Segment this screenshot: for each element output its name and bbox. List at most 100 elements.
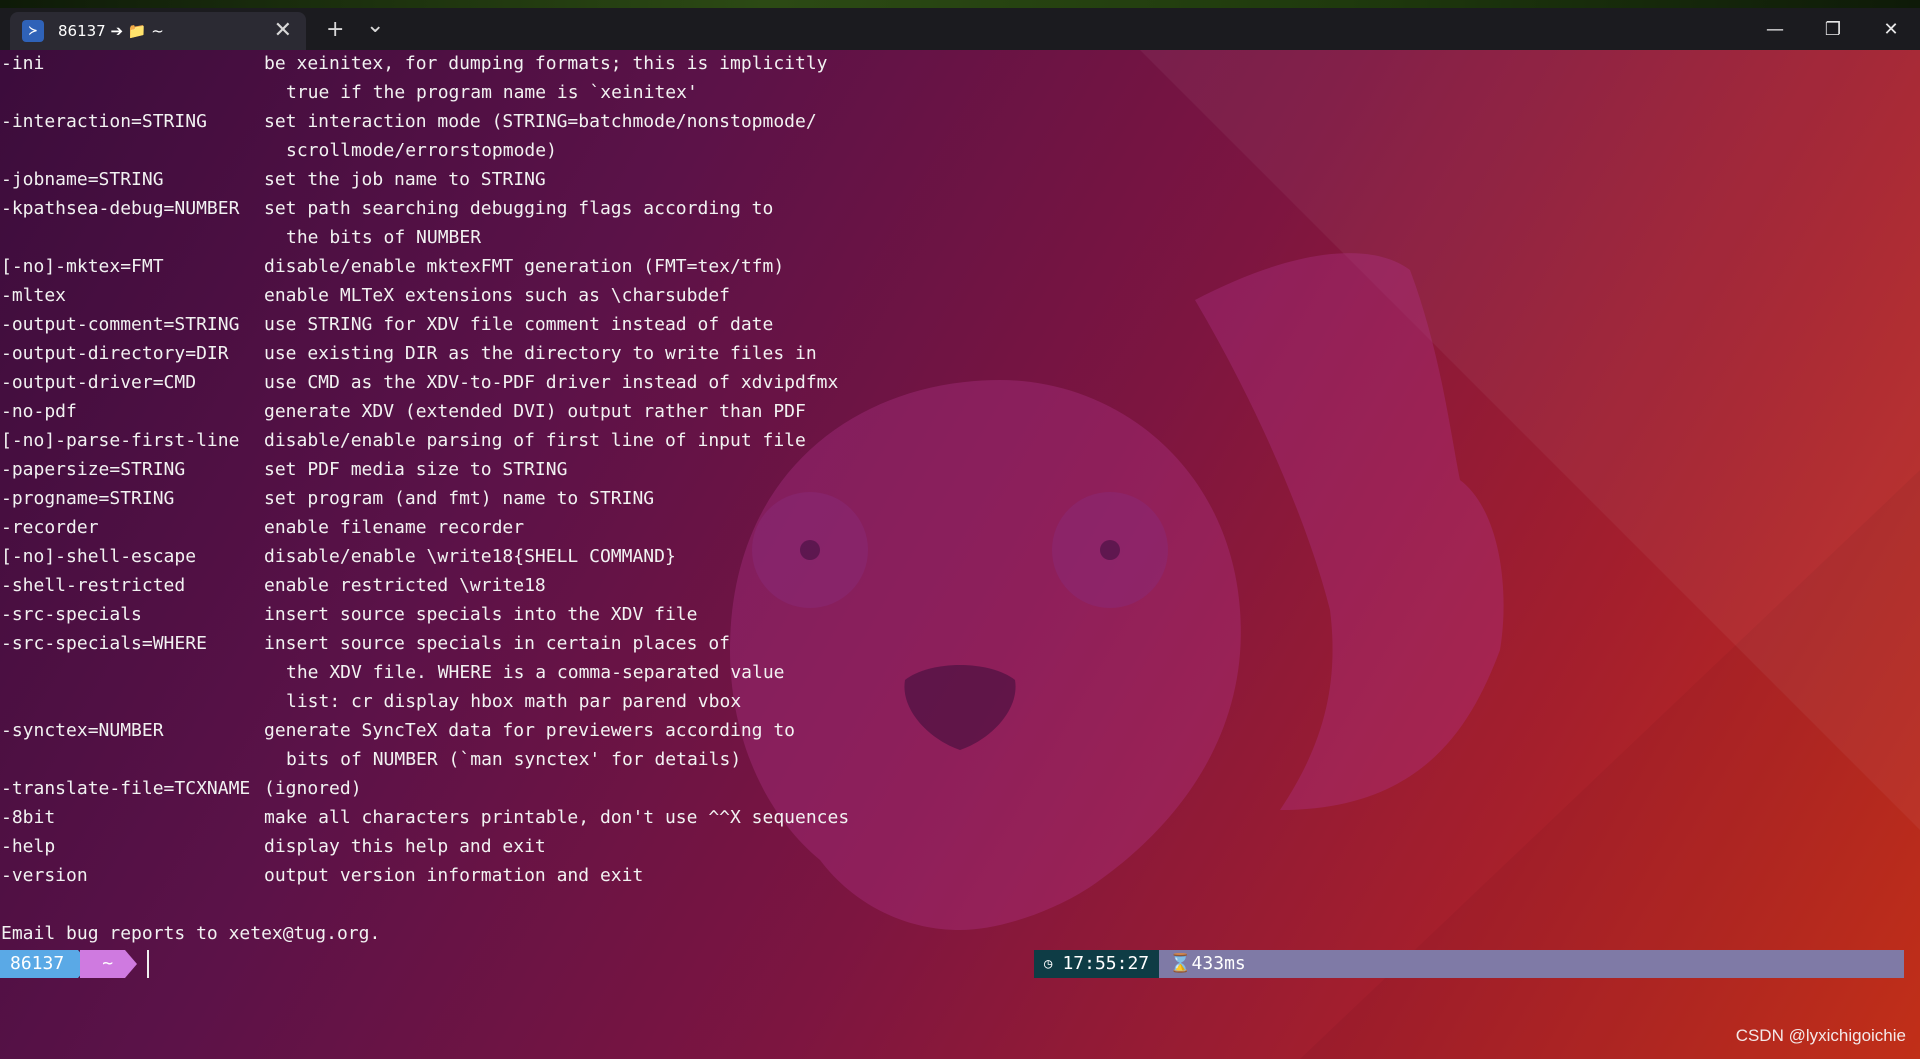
terminal-line: -src-specials=WHERE insert source special… [0, 629, 1920, 658]
option-name: -kpathsea-debug=NUMBER [1, 198, 240, 219]
option-description: set interaction mode (STRING=batchmode/n… [264, 111, 817, 132]
terminal-line: -synctex=NUMBER generate SyncTeX data for… [0, 716, 1920, 745]
option-description: output version information and exit [264, 865, 644, 886]
option-description: insert source specials in certain places… [264, 633, 730, 654]
terminal-line: list: cr display hbox math par parend vb… [0, 687, 1920, 716]
option-description: enable filename recorder [264, 517, 525, 538]
powershell-icon: ≻ [22, 20, 44, 42]
terminal-line: -output-comment=STRING use STRING for XDV… [0, 310, 1920, 339]
tab-title: 86137 ➔ 📁 ~ [58, 22, 164, 40]
prompt-user-segment: 86137 [0, 950, 91, 978]
option-name: [-no]-mktex=FMT [1, 256, 164, 277]
terminal-line: -8bit make all characters printable, don'… [0, 803, 1920, 832]
option-description: enable MLTeX extensions such as \charsub… [264, 285, 730, 306]
terminal-line: [-no]-mktex=FMT disable/enable mktexFMT g… [0, 252, 1920, 281]
option-description: be xeinitex, for dumping formats; this i… [264, 53, 828, 74]
terminal-line: scrollmode/errorstopmode) [0, 136, 1920, 165]
option-name: Email bug reports to xetex@tug.org. [1, 923, 381, 944]
terminal-line: -progname=STRING set program (and fmt) na… [0, 484, 1920, 513]
option-name: -8bit [1, 807, 56, 828]
terminal-line: [-no]-shell-escape disable/enable \write1… [0, 542, 1920, 571]
description-continuation: scrollmode/errorstopmode) [286, 140, 557, 161]
terminal-line: -shell-restricted enable restricted \writ… [0, 571, 1920, 600]
option-name: -synctex=NUMBER [1, 720, 164, 741]
option-description: use CMD as the XDV-to-PDF driver instead… [264, 372, 839, 393]
prompt-status-bar: ◷ 17:55:27 ⌛433ms [1034, 950, 1904, 978]
option-description: make all characters printable, don't use… [264, 807, 850, 828]
option-name: -no-pdf [1, 401, 77, 422]
option-name: -help [1, 836, 56, 857]
terminal-line: -mltex enable MLTeX extensions such as \c… [0, 281, 1920, 310]
terminal-line: -output-driver=CMD use CMD as the XDV-to-… [0, 368, 1920, 397]
option-name: -shell-restricted [1, 575, 186, 596]
terminal-line: -recorder enable filename recorder [0, 513, 1920, 542]
terminal-output[interactable]: -ini be xeinitex, for dumping formats; th… [0, 49, 1920, 948]
option-description: (ignored) [264, 778, 362, 799]
description-continuation: the XDV file. WHERE is a comma-separated… [286, 662, 785, 683]
terminal-line: -jobname=STRING set the job name to STRIN… [0, 165, 1920, 194]
text-cursor [147, 950, 150, 978]
option-name: -jobname=STRING [1, 169, 164, 190]
prompt-path-segment: ~ [80, 950, 137, 978]
option-name: -output-directory=DIR [1, 343, 229, 364]
restore-button[interactable]: ❐ [1810, 12, 1856, 46]
option-name: -interaction=STRING [1, 111, 207, 132]
option-description: disable/enable mktexFMT generation (FMT=… [264, 256, 785, 277]
terminal-line: true if the program name is `xeinitex' [0, 78, 1920, 107]
tab-terminal[interactable]: ≻ 86137 ➔ 📁 ~ ✕ [10, 12, 306, 50]
option-name: -src-specials [1, 604, 142, 625]
description-continuation: the bits of NUMBER [286, 227, 482, 248]
option-name: -recorder [1, 517, 99, 538]
description-continuation: bits of NUMBER (`man synctex' for detail… [286, 749, 742, 770]
watermark: CSDN @lyxichigoichie [1735, 1026, 1906, 1045]
terminal-line: bits of NUMBER (`man synctex' for detail… [0, 745, 1920, 774]
option-description: disable/enable parsing of first line of … [264, 430, 806, 451]
terminal-line: [-no]-parse-first-line disable/enable par… [0, 426, 1920, 455]
option-description: set path searching debugging flags accor… [264, 198, 774, 219]
title-bar: ≻ 86137 ➔ 📁 ~ ✕ + ⌄ — ❐ ✕ [0, 8, 1920, 50]
description-continuation: list: cr display hbox math par parend vb… [286, 691, 742, 712]
option-name: -output-comment=STRING [1, 314, 240, 335]
terminal-line: -version output version information and e… [0, 861, 1920, 890]
duration-segment: ⌛433ms [1159, 950, 1904, 978]
option-description: generate SyncTeX data for previewers acc… [264, 720, 796, 741]
minimize-button[interactable]: — [1752, 12, 1798, 46]
terminal-line: Email bug reports to xetex@tug.org. [0, 919, 1920, 948]
terminal-line: -interaction=STRING set interaction mode … [0, 107, 1920, 136]
option-description: set program (and fmt) name to STRING [264, 488, 655, 509]
option-description: insert source specials into the XDV file [264, 604, 698, 625]
option-description: enable restricted \write18 [264, 575, 546, 596]
option-description: disable/enable \write18{SHELL COMMAND} [264, 546, 676, 567]
option-name: -translate-file=TCXNAME [1, 778, 251, 799]
new-tab-button[interactable]: + [326, 16, 344, 44]
option-name: -mltex [1, 285, 67, 306]
option-name: -progname=STRING [1, 488, 175, 509]
terminal-line: -kpathsea-debug=NUMBER set path searching… [0, 194, 1920, 223]
terminal-line: -translate-file=TCXNAME (ignored) [0, 774, 1920, 803]
terminal-line: -no-pdf generate XDV (extended DVI) outpu… [0, 397, 1920, 426]
terminal-line: the bits of NUMBER [0, 223, 1920, 252]
option-name: -papersize=STRING [1, 459, 186, 480]
option-description: use STRING for XDV file comment instead … [264, 314, 774, 335]
close-icon[interactable]: ✕ [274, 18, 292, 43]
option-name: -src-specials=WHERE [1, 633, 207, 654]
option-name: -output-driver=CMD [1, 372, 197, 393]
option-name: -ini [1, 53, 45, 74]
terminal-line: the XDV file. WHERE is a comma-separated… [0, 658, 1920, 687]
option-name: [-no]-shell-escape [1, 546, 197, 567]
top-strip [0, 0, 1920, 8]
shell-prompt[interactable]: 86137 ~ [0, 950, 150, 978]
terminal-line: -src-specials insert source specials into… [0, 600, 1920, 629]
time-value: 17:55:27 [1062, 953, 1150, 974]
option-name: -version [1, 865, 88, 886]
terminal-line: -ini be xeinitex, for dumping formats; th… [0, 49, 1920, 78]
time-segment: ◷ 17:55:27 [1034, 950, 1160, 978]
option-description: set PDF media size to STRING [264, 459, 568, 480]
option-description: use existing DIR as the directory to wri… [264, 343, 817, 364]
chevron-down-icon[interactable]: ⌄ [366, 12, 384, 40]
terminal-line: -output-directory=DIR use existing DIR as… [0, 339, 1920, 368]
close-window-button[interactable]: ✕ [1868, 12, 1914, 46]
option-description: generate XDV (extended DVI) output rathe… [264, 401, 806, 422]
clock-icon: ◷ [1044, 956, 1053, 972]
